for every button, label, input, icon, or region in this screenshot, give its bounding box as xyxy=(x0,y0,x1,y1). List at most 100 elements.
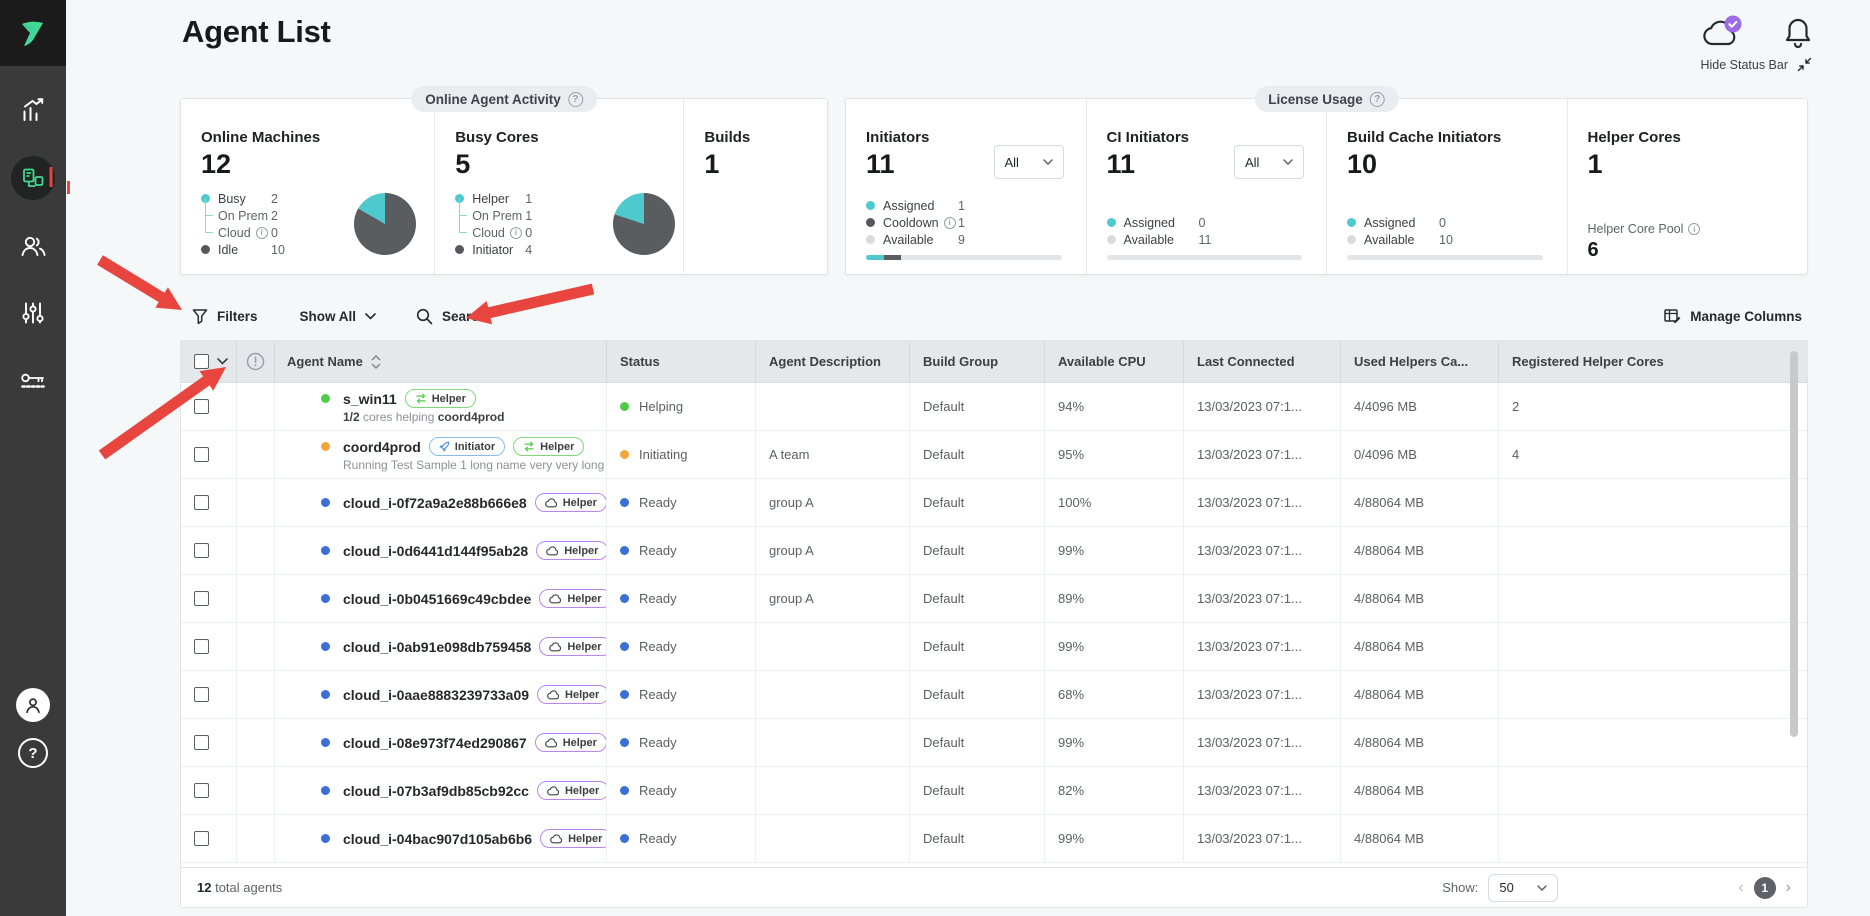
prev-page-button[interactable]: ‹ xyxy=(1738,880,1743,896)
registered-helper-cores-cell xyxy=(1499,815,1807,862)
chevron-down-icon xyxy=(365,313,376,320)
column-header-last-connected[interactable]: Last Connected xyxy=(1184,341,1341,382)
legend-label: Initiator xyxy=(472,243,513,257)
legend-dot xyxy=(455,245,464,254)
row-checkbox[interactable] xyxy=(194,543,209,558)
search-button[interactable]: Search xyxy=(416,308,487,325)
tree-connector xyxy=(201,207,218,224)
row-checkbox[interactable] xyxy=(194,639,209,654)
registered-helper-cores-cell xyxy=(1499,575,1807,622)
show-all-dropdown[interactable]: Show All xyxy=(300,309,377,324)
page-size-value: 50 xyxy=(1499,880,1513,895)
used-helpers-cell: 4/88064 MB xyxy=(1341,479,1499,526)
table-row[interactable]: cloud_i-04bac907d105ab6b6 Helper Ready D… xyxy=(181,815,1807,863)
manage-columns-button[interactable]: Manage Columns xyxy=(1664,308,1802,324)
table-row[interactable]: cloud_i-0d6441d144f95ab28 Helper Ready g… xyxy=(181,527,1807,575)
table-row[interactable]: cloud_i-0f72a9a2e88b666e8 Helper Ready g… xyxy=(181,479,1807,527)
page-size-select[interactable]: 50 xyxy=(1488,874,1558,902)
row-checkbox[interactable] xyxy=(194,495,209,510)
row-checkbox[interactable] xyxy=(194,831,209,846)
table-row[interactable]: coord4prod InitiatorHelper Running Test … xyxy=(181,431,1807,479)
sidebar-item-users[interactable] xyxy=(11,224,55,268)
agent-description-cell: A team xyxy=(756,431,910,478)
legend-row: Cooldown i 1 xyxy=(866,214,1062,231)
column-label: Agent Description xyxy=(769,354,881,369)
stat-title: Online Machines xyxy=(201,129,434,146)
profile-avatar[interactable] xyxy=(16,688,50,722)
tree-connector xyxy=(455,207,472,224)
status-dot xyxy=(620,738,629,747)
app-logo[interactable] xyxy=(0,0,66,66)
filters-button[interactable]: Filters xyxy=(192,308,258,325)
sidebar-item-settings[interactable] xyxy=(11,292,55,336)
row-checkbox[interactable] xyxy=(194,399,209,414)
info-icon[interactable]: ? xyxy=(568,92,583,107)
info-icon[interactable]: ? xyxy=(1370,92,1385,107)
last-connected-cell: 13/03/2023 07:1... xyxy=(1184,431,1341,478)
vertical-scrollbar[interactable] xyxy=(1790,351,1798,737)
info-icon[interactable]: i xyxy=(256,227,268,239)
info-icon[interactable]: i xyxy=(1688,223,1700,235)
sidebar-item-agents[interactable] xyxy=(11,156,55,200)
build-group-cell: Default xyxy=(910,719,1045,766)
legend-value: 0 xyxy=(525,226,532,240)
notifications-bell-icon[interactable] xyxy=(1783,16,1813,55)
column-header-agent-name[interactable]: Agent Name xyxy=(275,341,607,382)
select-all-checkbox[interactable] xyxy=(194,354,209,369)
chevron-down-icon[interactable] xyxy=(217,358,228,365)
last-connected-cell: 13/03/2023 07:1... xyxy=(1184,527,1341,574)
column-header-status[interactable]: Status xyxy=(607,341,756,382)
agent-description-cell xyxy=(756,671,910,718)
search-icon xyxy=(416,308,433,325)
license-panel-label: License Usage xyxy=(1268,92,1363,107)
row-checkbox[interactable] xyxy=(194,735,209,750)
used-helpers-cell: 4/88064 MB xyxy=(1341,623,1499,670)
card-title: Helper Cores xyxy=(1588,129,1784,146)
column-header-registered-helper-cores[interactable]: Registered Helper Cores xyxy=(1499,341,1807,382)
info-icon[interactable]: i xyxy=(944,217,956,229)
table-row[interactable]: cloud_i-0b0451669c49cbdee Helper Ready g… xyxy=(181,575,1807,623)
sidebar-item-analytics[interactable] xyxy=(11,88,55,132)
pool-label: Helper Core Pool xyxy=(1588,222,1684,236)
hide-status-bar-button[interactable]: Hide Status Bar xyxy=(1700,57,1812,72)
column-header-used-helpers-ca[interactable]: Used Helpers Ca... xyxy=(1341,341,1499,382)
status-dot xyxy=(620,834,629,843)
row-checkbox[interactable] xyxy=(194,447,209,462)
legend-label: Cloud xyxy=(218,226,251,240)
table-row[interactable]: cloud_i-0ab91e098db759458 Helper Ready D… xyxy=(181,623,1807,671)
cloud-status-icon[interactable] xyxy=(1700,14,1746,57)
row-checkbox[interactable] xyxy=(194,687,209,702)
license-filter-select[interactable]: All xyxy=(994,145,1064,179)
card-title: Build Cache Initiators xyxy=(1347,129,1543,146)
next-page-button[interactable]: › xyxy=(1786,880,1791,896)
table-row[interactable]: cloud_i-0aae8883239733a09 Helper Ready D… xyxy=(181,671,1807,719)
legend-dot xyxy=(1347,218,1356,227)
status-cell: Ready xyxy=(607,479,756,526)
column-header-agent-description[interactable]: Agent Description xyxy=(756,341,910,382)
available-cpu-cell: 68% xyxy=(1045,671,1184,718)
table-row[interactable]: cloud_i-08e973f74ed290867 Helper Ready D… xyxy=(181,719,1807,767)
row-checkbox[interactable] xyxy=(194,591,209,606)
key-icon xyxy=(20,371,46,393)
alert-icon xyxy=(246,352,265,371)
sort-icon[interactable] xyxy=(371,355,381,369)
agent-name-cell: cloud_i-0d6441d144f95ab28 Helper xyxy=(275,527,607,574)
info-icon[interactable]: i xyxy=(510,227,522,239)
column-header-build-group[interactable]: Build Group xyxy=(910,341,1045,382)
sidebar-item-licenses[interactable] xyxy=(11,360,55,404)
help-icon[interactable]: ? xyxy=(18,738,48,768)
row-alert-cell xyxy=(237,575,275,622)
table-row[interactable]: s_win11 Helper 1/2 cores helping coord4p… xyxy=(181,383,1807,431)
status-cell: Initiating xyxy=(607,431,756,478)
legend-dot xyxy=(866,235,875,244)
row-checkbox[interactable] xyxy=(194,783,209,798)
agent-name-cell: cloud_i-0f72a9a2e88b666e8 Helper xyxy=(275,479,607,526)
table-row[interactable]: cloud_i-07b3af9db85cb92cc Helper Ready D… xyxy=(181,767,1807,815)
column-label: Agent Name xyxy=(287,354,363,369)
used-helpers-cell: 4/88064 MB xyxy=(1341,767,1499,814)
legend-label: Cooldown xyxy=(883,216,939,230)
license-filter-select[interactable]: All xyxy=(1234,145,1304,179)
sidebar: ? xyxy=(0,0,66,916)
current-page[interactable]: 1 xyxy=(1754,877,1776,899)
column-header-available-cpu[interactable]: Available CPU xyxy=(1045,341,1184,382)
